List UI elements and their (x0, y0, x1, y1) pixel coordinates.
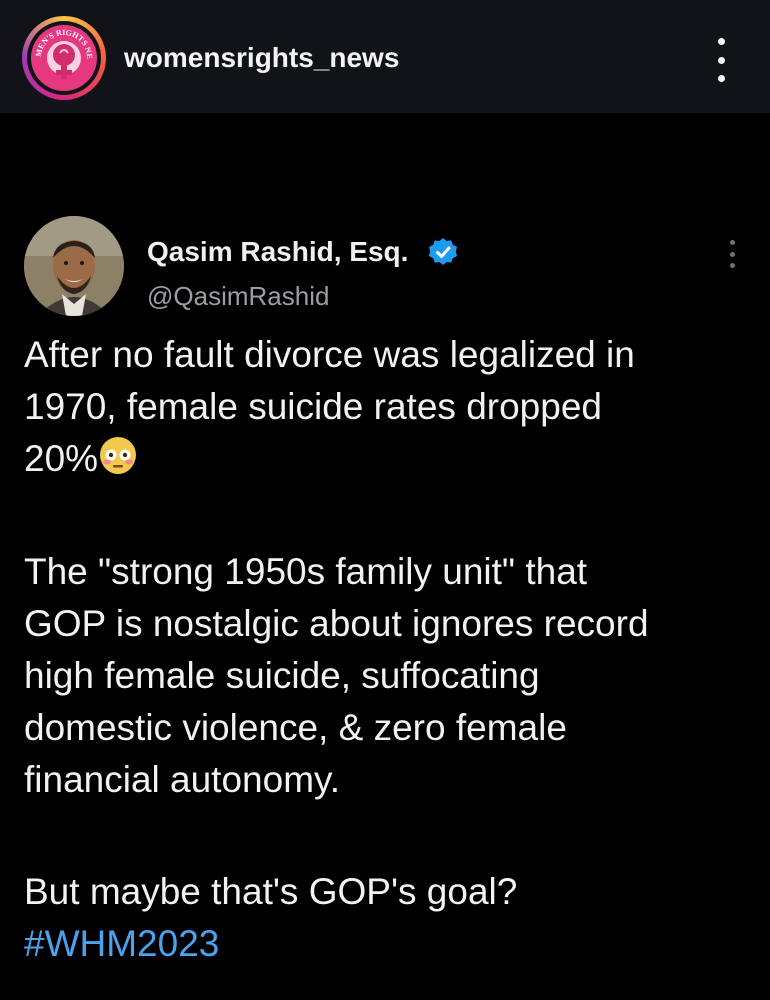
instagram-post-header: WOMEN'S RIGHTS NEWS womensrights_news (0, 0, 770, 113)
tweet-text-line: 1970, female suicide rates dropped (24, 386, 602, 427)
tweet-text-fragment: 20% (24, 438, 99, 479)
tweet-text-line: GOP is nostalgic about ignores record (24, 603, 649, 644)
author-avatar (24, 216, 124, 316)
flushed-face-emoji-icon (100, 437, 137, 474)
verified-badge-icon (429, 238, 457, 265)
tweet-text-line: domestic violence, & zero female (24, 707, 567, 748)
womens-rights-news-logo: WOMEN'S RIGHTS NEWS (31, 25, 97, 91)
tweet-text-line: high female suicide, suffocating (24, 655, 540, 696)
profile-avatar[interactable]: WOMEN'S RIGHTS NEWS (22, 16, 106, 100)
tweet-text-line: financial autonomy. (24, 759, 341, 800)
author-name[interactable]: Qasim Rashid, Esq. (147, 236, 408, 268)
more-options-icon[interactable] (706, 38, 736, 82)
tweet-text-line: After no fault divorce was legalized in (24, 334, 635, 375)
tweet-text-line: 20% (24, 433, 754, 485)
author-handle[interactable]: @QasimRashid (147, 281, 329, 312)
tweet-more-icon[interactable] (727, 240, 737, 268)
username[interactable]: womensrights_news (124, 42, 399, 74)
hashtag-link[interactable]: #WHM2023 (24, 918, 754, 970)
tweet-text-line: The "strong 1950s family unit" that (24, 551, 588, 592)
tweet-text-line: But maybe that's GOP's goal? (24, 871, 518, 912)
